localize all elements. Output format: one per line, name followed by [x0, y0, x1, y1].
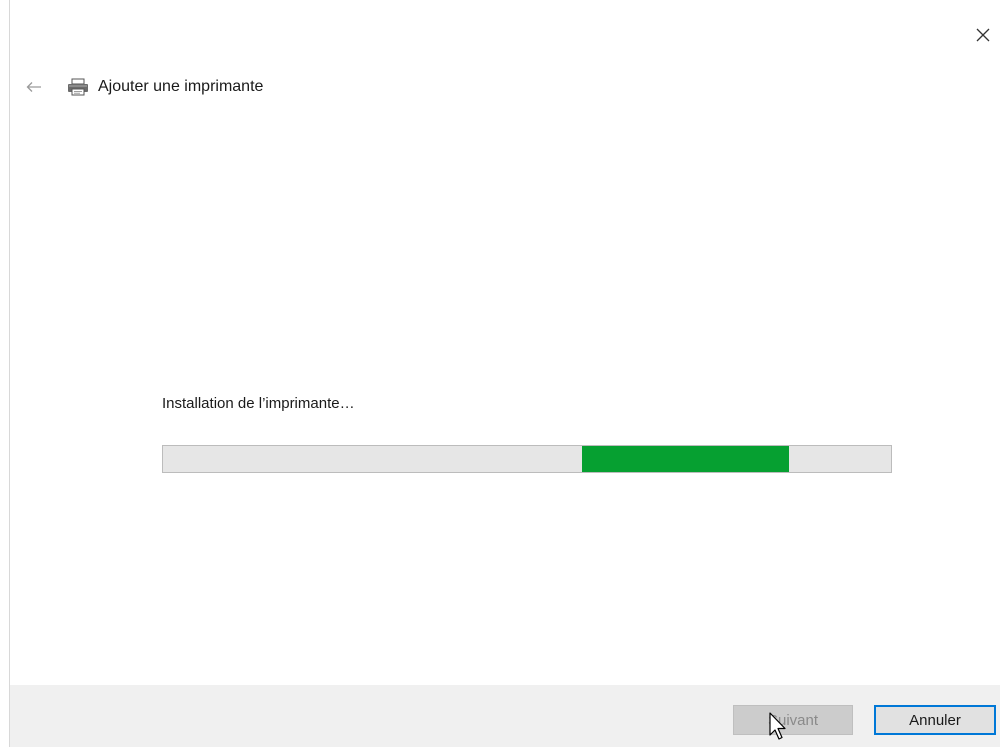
add-printer-window: Ajouter une imprimante Installation de l… [0, 0, 1000, 747]
progress-bar-segment [582, 446, 790, 472]
back-arrow-icon [26, 82, 41, 92]
cancel-button[interactable]: Annuler [874, 705, 996, 735]
mouse-cursor-icon [769, 712, 786, 740]
wizard-header: Ajouter une imprimante [24, 72, 263, 102]
installation-progress-bar [162, 445, 892, 473]
close-button[interactable] [966, 18, 1000, 52]
installation-status-text: Installation de l’imprimante… [162, 395, 355, 412]
window-left-border [9, 0, 10, 747]
wizard-footer: Suivant Annuler [10, 685, 1000, 747]
page-title: Ajouter une imprimante [98, 78, 264, 95]
next-button[interactable]: Suivant [733, 705, 853, 735]
printer-icon [66, 77, 90, 97]
close-icon [976, 28, 990, 42]
back-button[interactable] [24, 77, 44, 97]
